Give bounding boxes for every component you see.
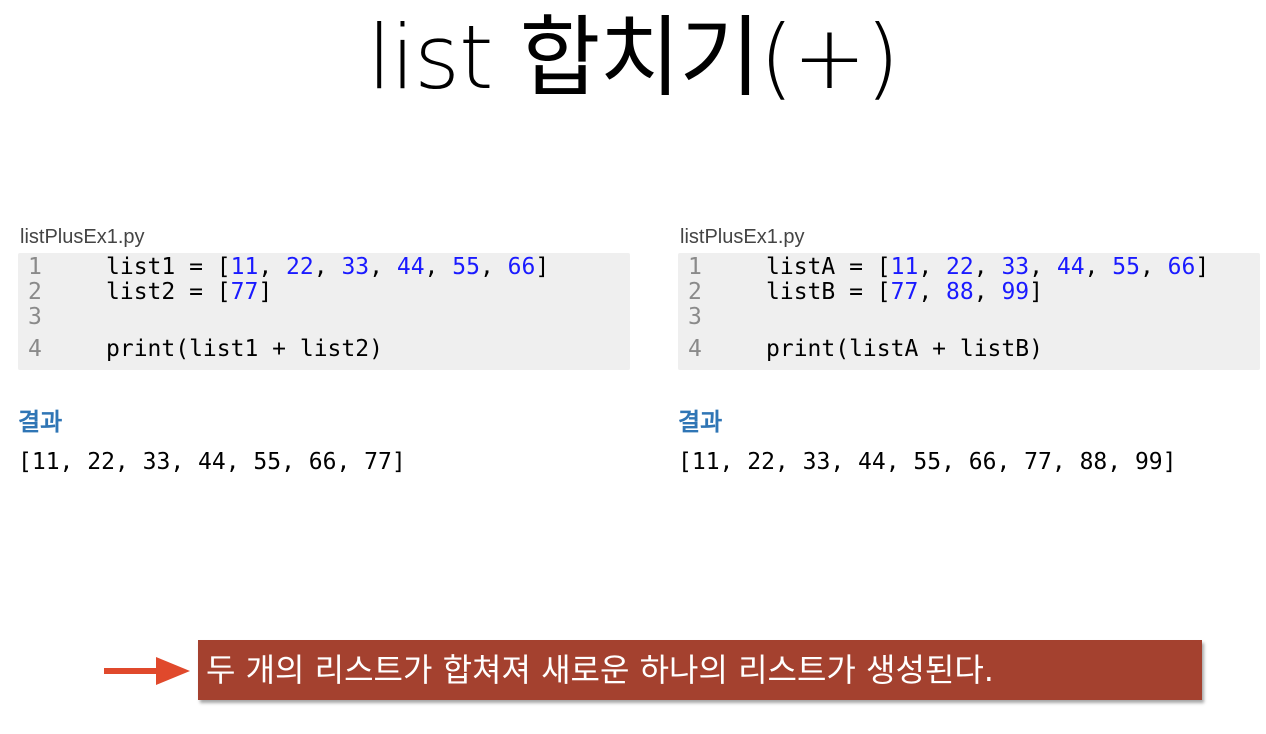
code-token: ]	[1029, 279, 1043, 305]
left-result-output: [11, 22, 33, 44, 55, 66, 77]	[18, 449, 406, 475]
line-number: 3	[688, 304, 702, 330]
code-token: listA = [	[766, 254, 891, 280]
code-line: 4 print(list1 + list2)	[18, 330, 630, 362]
code-number-literal: 44	[1056, 254, 1085, 280]
code-text: print(listA + listB)	[766, 337, 1043, 362]
code-number-literal: 11	[230, 254, 259, 280]
summary-callout: 두 개의 리스트가 합쳐져 새로운 하나의 리스트가 생성된다.	[198, 640, 1202, 700]
code-number-literal: 22	[286, 254, 314, 280]
code-number-literal: 77	[230, 279, 259, 305]
code-line: 3	[18, 305, 630, 330]
right-arrow-icon	[104, 657, 190, 685]
code-token: list2 = [	[106, 279, 231, 305]
left-code-block: 1 list1 = [11, 22, 33, 44, 55, 66] 2 list2 …	[18, 253, 630, 370]
code-number-literal: 77	[890, 279, 919, 305]
code-token: listB = [	[766, 279, 891, 305]
code-line: 4 print(listA + listB)	[678, 330, 1260, 362]
code-number-literal: 99	[1001, 279, 1030, 305]
code-token: ,	[258, 254, 287, 280]
code-number-literal: 33	[341, 254, 370, 280]
left-filename: listPlusEx1.py	[20, 226, 145, 248]
code-number-literal: 55	[452, 254, 480, 280]
line-number: 2	[688, 279, 702, 305]
code-token: ]	[258, 279, 273, 305]
code-line: 2 list2 = [77]	[18, 280, 630, 305]
code-token: ,	[479, 254, 508, 280]
code-token: ,	[918, 279, 947, 305]
line-number: 2	[28, 279, 42, 305]
code-text: listB = [77, 88, 99]	[766, 280, 1043, 305]
code-text: list1 = [11, 22, 33, 44, 55, 66]	[106, 255, 549, 280]
code-number-literal: 66	[507, 254, 536, 280]
code-line: 3	[678, 305, 1260, 330]
left-example: listPlusEx1.py 1 list1 = [11, 22, 33, 44,…	[18, 226, 630, 475]
code-token: ,	[369, 254, 397, 280]
right-filename: listPlusEx1.py	[680, 226, 805, 248]
code-token: ]	[535, 254, 550, 280]
code-token: ,	[313, 254, 342, 280]
code-token: ,	[1139, 254, 1168, 280]
line-number: 4	[28, 336, 42, 362]
left-result-label: 결과	[18, 408, 63, 436]
right-result-output: [11, 22, 33, 44, 55, 66, 77, 88, 99]	[678, 449, 1177, 475]
code-number-literal: 66	[1167, 254, 1196, 280]
code-token: list1 = [	[106, 254, 231, 280]
code-line: 1 listA = [11, 22, 33, 44, 55, 66]	[678, 255, 1260, 280]
code-number-literal: 33	[1001, 254, 1030, 280]
right-code-block: 1 listA = [11, 22, 33, 44, 55, 66] 2 listB …	[678, 253, 1260, 370]
code-token: ,	[973, 279, 1002, 305]
code-number-literal: 11	[890, 254, 919, 280]
slide-title: list 합치기(+)	[367, 6, 900, 109]
code-token: ,	[1029, 254, 1057, 280]
line-number: 1	[28, 254, 42, 280]
code-number-literal: 44	[396, 254, 425, 280]
right-example: listPlusEx1.py 1 listA = [11, 22, 33, 44,…	[678, 226, 1260, 475]
line-number: 4	[688, 336, 702, 362]
code-token: ,	[424, 254, 453, 280]
code-text: list2 = [77]	[106, 280, 272, 305]
code-number-literal: 88	[946, 279, 974, 305]
right-result-label: 결과	[678, 408, 723, 436]
code-line: 1 list1 = [11, 22, 33, 44, 55, 66]	[18, 255, 630, 280]
code-line: 2 listB = [77, 88, 99]	[678, 280, 1260, 305]
line-number: 1	[688, 254, 702, 280]
code-number-literal: 22	[946, 254, 974, 280]
code-token: print(listA + listB)	[766, 336, 1043, 362]
code-text: listA = [11, 22, 33, 44, 55, 66]	[766, 255, 1209, 280]
line-number: 3	[28, 304, 42, 330]
code-token: ,	[1084, 254, 1113, 280]
code-token: ]	[1195, 254, 1210, 280]
code-number-literal: 55	[1112, 254, 1140, 280]
code-token: ,	[918, 254, 947, 280]
code-token: ,	[973, 254, 1002, 280]
code-token: print(list1 + list2)	[106, 336, 383, 362]
code-text: print(list1 + list2)	[106, 337, 383, 362]
